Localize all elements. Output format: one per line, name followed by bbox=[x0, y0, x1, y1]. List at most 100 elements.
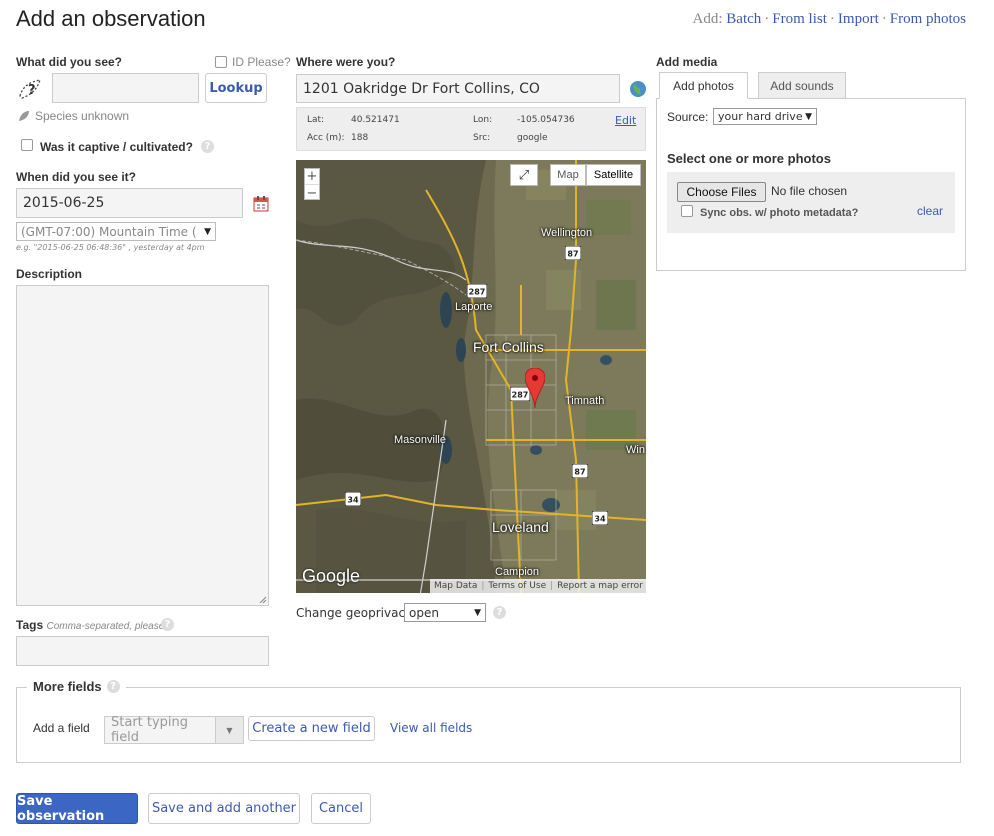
highway-shield: 34 bbox=[592, 511, 608, 525]
zoom-control: + − bbox=[304, 168, 320, 201]
svg-text:87: 87 bbox=[574, 468, 585, 477]
zoom-out-button[interactable]: − bbox=[305, 185, 319, 201]
save-observation-button[interactable]: Save observation bbox=[16, 793, 138, 824]
map-data-link[interactable]: Map Data bbox=[434, 581, 477, 591]
add-field-label: Add a field bbox=[33, 721, 90, 735]
fullscreen-icon[interactable]: ⤢ bbox=[510, 164, 538, 186]
geoprivacy-select[interactable]: open ▼ bbox=[404, 603, 486, 622]
cancel-button[interactable]: Cancel bbox=[311, 793, 371, 824]
captive-checkbox[interactable] bbox=[21, 139, 33, 151]
lat-label: Lat: bbox=[307, 115, 325, 125]
species-status: Species unknown bbox=[35, 109, 130, 123]
globe-icon[interactable] bbox=[629, 80, 647, 98]
lon-label: Lon: bbox=[473, 115, 493, 125]
import-link[interactable]: Import bbox=[838, 11, 879, 27]
from-photos-link[interactable]: From photos bbox=[890, 11, 966, 27]
timezone-select[interactable]: (GMT-07:00) Mountain Time ( ▼ bbox=[16, 222, 216, 241]
geoprivacy-value: open bbox=[409, 605, 439, 620]
lon-value: -105.054736 bbox=[517, 115, 575, 125]
tags-hint: Comma-separated, please bbox=[46, 621, 165, 632]
separator: · bbox=[881, 11, 887, 27]
description-textarea[interactable] bbox=[16, 285, 269, 606]
highway-shield: 87 bbox=[572, 464, 588, 478]
unknown-species-icon: ? bbox=[16, 76, 46, 102]
acc-value: 188 bbox=[351, 133, 369, 143]
media-label: Add media bbox=[656, 55, 718, 69]
highway-shield: 287 bbox=[467, 284, 487, 298]
map-label-loveland: Loveland bbox=[492, 519, 549, 535]
species-input[interactable] bbox=[52, 73, 199, 103]
svg-text:34: 34 bbox=[347, 496, 359, 505]
help-icon[interactable]: ? bbox=[493, 606, 506, 619]
edit-location-link[interactable]: Edit bbox=[615, 114, 636, 127]
help-icon[interactable]: ? bbox=[106, 680, 120, 693]
chevron-down-icon[interactable]: ▼ bbox=[215, 717, 243, 743]
date-hint: e.g. "2015-06-25 06:48:36" , yesterday a… bbox=[16, 243, 205, 252]
add-prefix: Add: bbox=[692, 11, 723, 27]
svg-text:287: 287 bbox=[469, 288, 486, 297]
id-please-label: ID Please? bbox=[232, 55, 291, 69]
zoom-in-button[interactable]: + bbox=[305, 169, 319, 185]
lookup-button[interactable]: Lookup bbox=[205, 73, 267, 103]
page-title: Add an observation bbox=[16, 6, 206, 31]
chevron-down-icon: ▼ bbox=[204, 226, 211, 237]
from-list-link[interactable]: From list bbox=[772, 11, 827, 27]
what-label: What did you see? bbox=[16, 55, 123, 69]
help-icon[interactable]: ? bbox=[201, 140, 214, 153]
highway-shield: 87 bbox=[565, 246, 581, 260]
map-type-map-button[interactable]: Map bbox=[550, 164, 586, 186]
chevron-down-icon: ▼ bbox=[805, 111, 812, 122]
geoprivacy-label: Change geoprivacy bbox=[296, 606, 413, 620]
more-fields-title: More fields bbox=[33, 679, 102, 694]
timezone-value: (GMT-07:00) Mountain Time ( bbox=[21, 224, 197, 239]
location-pin-icon[interactable] bbox=[525, 368, 545, 408]
src-label: Src: bbox=[473, 133, 491, 143]
no-file-text: No file chosen bbox=[771, 184, 848, 198]
separator: · bbox=[764, 11, 770, 27]
choose-files-button[interactable]: Choose Files bbox=[677, 182, 766, 202]
map-type-satellite-button[interactable]: Satellite bbox=[586, 164, 641, 186]
clear-link[interactable]: clear bbox=[917, 204, 943, 218]
create-field-button[interactable]: Create a new field bbox=[248, 716, 375, 741]
tab-add-sounds[interactable]: Add sounds bbox=[758, 72, 846, 99]
lat-value: 40.521471 bbox=[351, 115, 400, 125]
date-input[interactable]: 2015-06-25 bbox=[16, 188, 243, 218]
captive-label: Was it captive / cultivated? bbox=[40, 140, 193, 154]
separator: · bbox=[829, 11, 835, 27]
acc-label: Acc (m): bbox=[307, 133, 345, 143]
batch-link[interactable]: Batch bbox=[726, 11, 761, 27]
satellite-map[interactable]: 87 287 287 87 34 34 Wellington Laporte F… bbox=[296, 160, 646, 593]
calendar-icon[interactable] bbox=[253, 196, 269, 212]
highway-shield: 34 bbox=[345, 492, 361, 506]
where-label: Where were you? bbox=[296, 55, 396, 69]
resize-handle-icon bbox=[259, 596, 267, 604]
tab-add-photos[interactable]: Add photos bbox=[659, 72, 748, 99]
map-terrain bbox=[296, 160, 646, 593]
leaf-icon bbox=[18, 110, 30, 122]
map-label-campion: Campion bbox=[495, 566, 540, 578]
map-attribution: Map Data | Terms of Use | Report a map e… bbox=[430, 579, 646, 593]
report-error-link[interactable]: Report a map error bbox=[557, 581, 643, 591]
tags-label-group: Tags Comma-separated, please bbox=[16, 618, 164, 632]
svg-text:?: ? bbox=[28, 83, 36, 98]
source-select[interactable]: your hard drive ▼ bbox=[713, 108, 817, 125]
map-label-laporte: Laporte bbox=[455, 301, 493, 313]
id-please-checkbox[interactable] bbox=[215, 56, 227, 68]
location-input[interactable]: 1201 Oakridge Dr Fort Collins, CO bbox=[296, 74, 620, 103]
map-label-timnath: Timnath bbox=[565, 395, 605, 407]
description-label: Description bbox=[16, 267, 83, 281]
chevron-down-icon: ▼ bbox=[474, 607, 481, 618]
tags-input[interactable] bbox=[16, 636, 269, 666]
help-icon[interactable]: ? bbox=[161, 618, 174, 631]
source-value: your hard drive bbox=[718, 110, 803, 123]
view-all-fields-link[interactable]: View all fields bbox=[390, 721, 472, 735]
sync-metadata-checkbox[interactable] bbox=[681, 205, 693, 217]
location-details: Lat: 40.521471 Lon: -105.054736 Edit Acc… bbox=[296, 107, 646, 151]
sync-metadata-label: Sync obs. w/ photo metadata? bbox=[700, 207, 859, 219]
terms-link[interactable]: Terms of Use bbox=[488, 581, 546, 591]
map-label-win: Win bbox=[626, 444, 645, 456]
save-and-add-button[interactable]: Save and add another bbox=[148, 793, 300, 824]
map-label-wellington: Wellington bbox=[541, 227, 593, 239]
select-photos-title: Select one or more photos bbox=[667, 151, 831, 166]
add-links: Add: Batch · From list · Import · From photos bbox=[693, 11, 966, 28]
